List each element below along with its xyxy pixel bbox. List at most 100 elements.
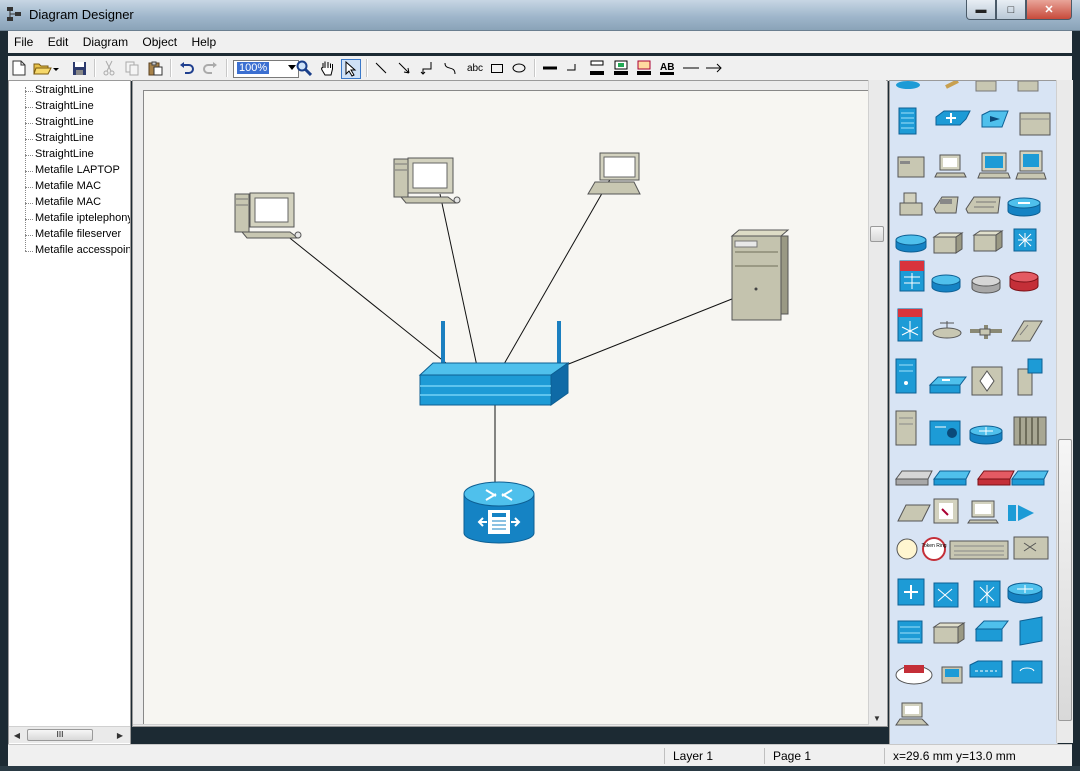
copy-button[interactable]: [123, 59, 141, 77]
terminal-icon[interactable]: [1015, 150, 1047, 180]
tree-item[interactable]: Metafile fileserver: [35, 228, 121, 240]
menu-diagram[interactable]: Diagram: [77, 31, 133, 49]
switch-icon[interactable]: [974, 620, 1009, 642]
laptop-icon[interactable]: [587, 152, 641, 195]
mac-computer-icon[interactable]: [234, 192, 302, 239]
firewall-switch-icon[interactable]: [897, 308, 923, 342]
satellite-icon[interactable]: [970, 325, 1002, 339]
tree-item[interactable]: StraightLine: [35, 116, 94, 128]
mainframe-icon[interactable]: [1013, 416, 1047, 446]
connection-line[interactable]: [545, 288, 758, 374]
security-router-icon[interactable]: [1009, 271, 1039, 292]
line-start-button[interactable]: [681, 59, 701, 77]
fill-color-button[interactable]: [612, 59, 630, 77]
open-button[interactable]: [32, 59, 60, 77]
scroll-down-icon[interactable]: ▼: [870, 711, 884, 725]
server-rack-icon[interactable]: [1017, 81, 1039, 92]
line-tool-button[interactable]: [372, 59, 390, 77]
satellite-dish-icon[interactable]: [932, 321, 962, 339]
tree-item[interactable]: Metafile MAC: [35, 180, 101, 192]
scroll-left-icon[interactable]: ◀: [10, 728, 24, 742]
close-button[interactable]: ✕: [1026, 0, 1072, 20]
scroll-thumb[interactable]: [433, 726, 449, 727]
elbow-line-tool-button[interactable]: [418, 59, 436, 77]
palette-vertical-scrollbar[interactable]: [1056, 80, 1073, 743]
zoom-tool-button[interactable]: [295, 59, 313, 77]
file-server-icon[interactable]: [730, 229, 790, 321]
router-icon[interactable]: [1007, 582, 1043, 604]
shape-color-button[interactable]: [635, 59, 653, 77]
new-button[interactable]: [10, 59, 28, 77]
printer-pc-icon[interactable]: [899, 192, 923, 216]
server-with-monitor-icon[interactable]: [1017, 358, 1043, 396]
tree-item[interactable]: Metafile iptelephony: [35, 212, 130, 224]
security-switch-icon[interactable]: [977, 470, 1015, 486]
beige-server-icon[interactable]: [895, 410, 917, 446]
scroll-thumb[interactable]: [1058, 439, 1072, 721]
content-switch-icon[interactable]: [973, 580, 1001, 608]
connection-line[interactable]: [439, 193, 479, 372]
connection-line[interactable]: [285, 234, 457, 372]
hub-icon[interactable]: [971, 275, 1001, 294]
handheld-device-icon[interactable]: [1011, 320, 1043, 342]
connection-line[interactable]: [499, 175, 613, 372]
router-icon[interactable]: [969, 425, 1003, 445]
arrow-line-tool-button[interactable]: [395, 59, 413, 77]
redo-button[interactable]: [201, 59, 219, 77]
scroll-thumb[interactable]: [870, 226, 884, 242]
optical-amplifier-icon[interactable]: [981, 110, 1009, 128]
server-tower-icon[interactable]: [895, 358, 917, 394]
menu-edit[interactable]: Edit: [42, 31, 74, 49]
storage-box-icon[interactable]: [972, 230, 1004, 252]
scroll-right-icon[interactable]: ▶: [113, 728, 127, 742]
terminal-server-icon[interactable]: [941, 666, 963, 684]
wireless-access-point-icon[interactable]: [418, 321, 570, 406]
select-tool-button[interactable]: [341, 59, 361, 79]
menu-help[interactable]: Help: [185, 31, 221, 49]
router-icon[interactable]: [931, 274, 961, 293]
cut-button[interactable]: [100, 59, 118, 77]
scroll-thumb[interactable]: III: [27, 729, 93, 741]
access-gateway-icon[interactable]: [1019, 616, 1043, 646]
tree-item[interactable]: Metafile accesspoint: [35, 244, 130, 256]
tree-item[interactable]: Metafile MAC: [35, 196, 101, 208]
network-cloud-router-icon[interactable]: [895, 665, 933, 685]
router-icon[interactable]: [895, 234, 927, 253]
line-color-button[interactable]: [588, 59, 606, 77]
menu-file[interactable]: File: [8, 31, 38, 49]
tree-item[interactable]: StraightLine: [35, 100, 94, 112]
diagram-page[interactable]: [143, 90, 869, 726]
paste-button[interactable]: [146, 59, 164, 77]
workgroup-switch-icon[interactable]: [933, 470, 971, 486]
mpls-switch-icon[interactable]: [897, 578, 925, 606]
save-button[interactable]: [70, 59, 88, 77]
line-end-button[interactable]: [704, 59, 724, 77]
wireless-switch-icon[interactable]: [1011, 660, 1043, 684]
monitor-icon[interactable]: [967, 500, 999, 524]
font-button[interactable]: AB: [658, 59, 676, 77]
minimize-button[interactable]: ▬: [966, 0, 996, 20]
firewall-icon[interactable]: [899, 260, 925, 292]
token-ring-icon[interactable]: Token Ring: [921, 537, 947, 561]
curve-tool-button[interactable]: [441, 59, 459, 77]
tablet-icon[interactable]: [897, 504, 931, 522]
diagram-canvas[interactable]: ◀ ▶: [132, 80, 888, 727]
maximize-button[interactable]: □: [996, 0, 1026, 20]
workstation-icon[interactable]: [977, 152, 1011, 179]
pc-icon[interactable]: [934, 154, 967, 178]
ellipse-tool-button[interactable]: [510, 59, 528, 77]
optical-transport-icon[interactable]: [1008, 505, 1034, 521]
wan-link-icon[interactable]: [949, 540, 1009, 560]
line-width-button[interactable]: [541, 59, 559, 77]
server-box-icon[interactable]: [897, 156, 925, 178]
scroll-right-icon[interactable]: ▶: [852, 726, 866, 727]
zoom-combo[interactable]: 100%: [233, 60, 299, 78]
pen-tool-icon[interactable]: [945, 81, 959, 89]
circle-shape-icon[interactable]: [896, 538, 918, 560]
router-icon[interactable]: [1007, 197, 1041, 217]
server-rack-icon[interactable]: [975, 81, 997, 92]
multilayer-switch-icon[interactable]: [1011, 470, 1049, 486]
mac-computer-icon[interactable]: [393, 157, 461, 204]
line-style-button[interactable]: [563, 59, 581, 77]
layer3-switch-icon[interactable]: [1013, 228, 1037, 252]
